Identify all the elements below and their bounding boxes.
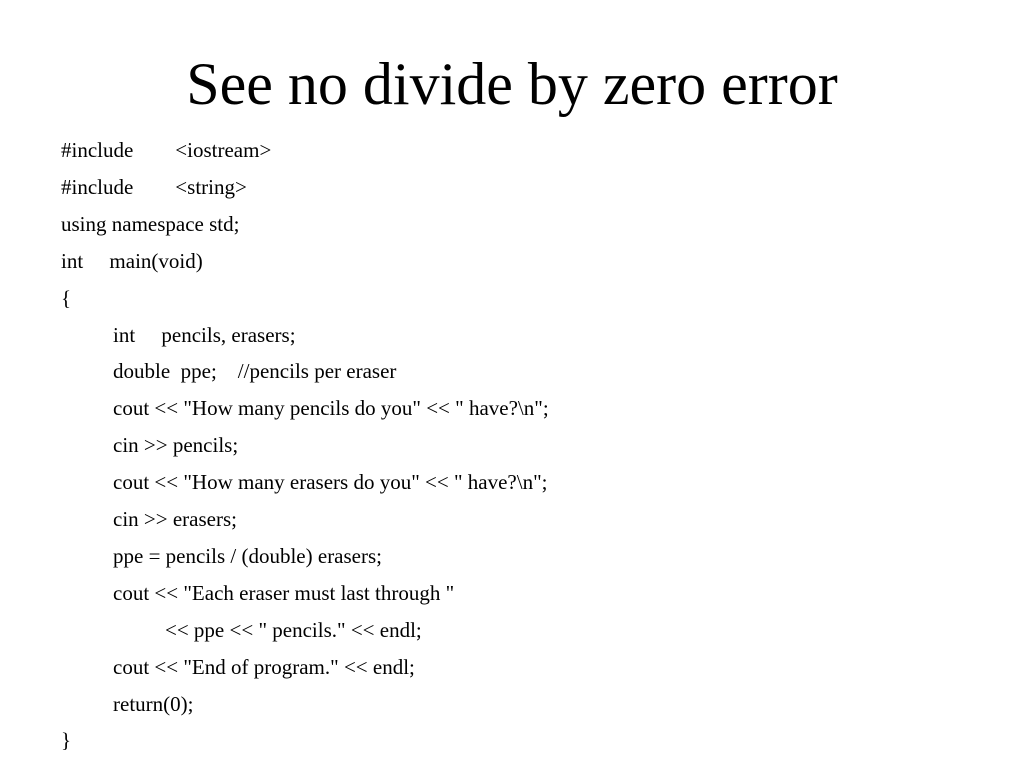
code-line: int pencils, erasers;: [113, 322, 296, 347]
code-line: int main(void): [61, 248, 203, 273]
code-line: cin >> erasers;: [113, 507, 237, 531]
code-line: ppe = pencils / (double) erasers;: [113, 543, 383, 568]
code-line: }: [61, 728, 72, 753]
code-line: cout << "How many pencils do you" << " h…: [113, 396, 549, 421]
code-line: return(0);: [113, 691, 194, 716]
code-line: << ppe << " pencils." << endl;: [165, 617, 422, 642]
code-line: double ppe; //pencils per eraser: [113, 359, 397, 384]
code-line: cout << "End of program." << endl;: [113, 654, 415, 679]
code-line: #include <iostream>: [61, 138, 272, 162]
code-line: using namespace std;: [61, 211, 240, 236]
code-line: cout << "Each eraser must last through ": [113, 580, 455, 605]
code-line: #include <string>: [61, 174, 247, 199]
code-line: cin >> pencils;: [113, 433, 239, 458]
code-line: {: [61, 285, 72, 310]
slide-title: See no divide by zero error: [186, 51, 838, 117]
code-line: cout << "How many erasers do you" << " h…: [113, 470, 548, 495]
